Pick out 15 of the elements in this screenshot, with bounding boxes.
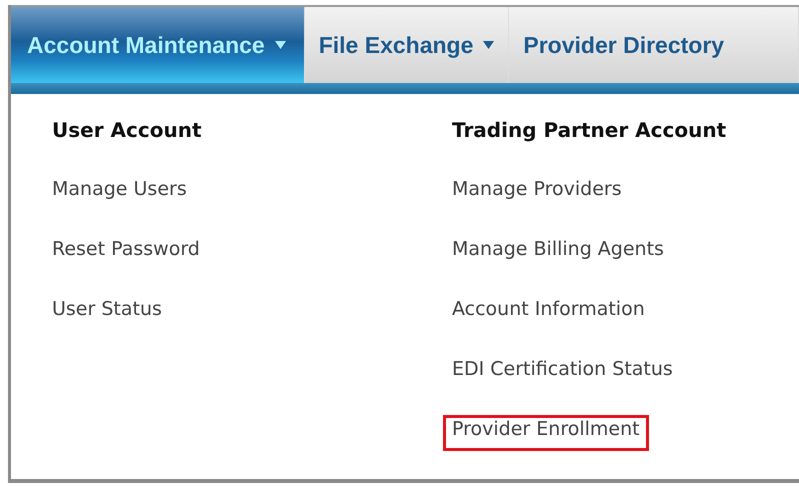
menu-heading: User Account	[52, 118, 203, 144]
nav-tab[interactable]: Account Maintenance	[11, 7, 305, 84]
nav-tab[interactable]: Provider Directory	[509, 7, 799, 84]
menu-heading: Trading Partner Account	[452, 118, 728, 144]
nav-tab[interactable]: File Exchange	[304, 7, 510, 84]
menu-item[interactable]: Provider Enrollment	[443, 415, 649, 451]
menu-item[interactable]: Account Information	[450, 298, 647, 330]
caret-icon	[274, 41, 286, 49]
menu-item[interactable]: Manage Billing Agents	[450, 238, 666, 270]
caret-icon	[483, 41, 494, 49]
menu-item[interactable]: Reset Password	[50, 238, 202, 270]
menu-item[interactable]: EDI Certification Status	[450, 358, 675, 390]
menu-item[interactable]: Manage Users	[50, 178, 189, 210]
menu-item[interactable]: Manage Providers	[450, 178, 624, 210]
menu-item[interactable]: User Status	[50, 298, 164, 330]
